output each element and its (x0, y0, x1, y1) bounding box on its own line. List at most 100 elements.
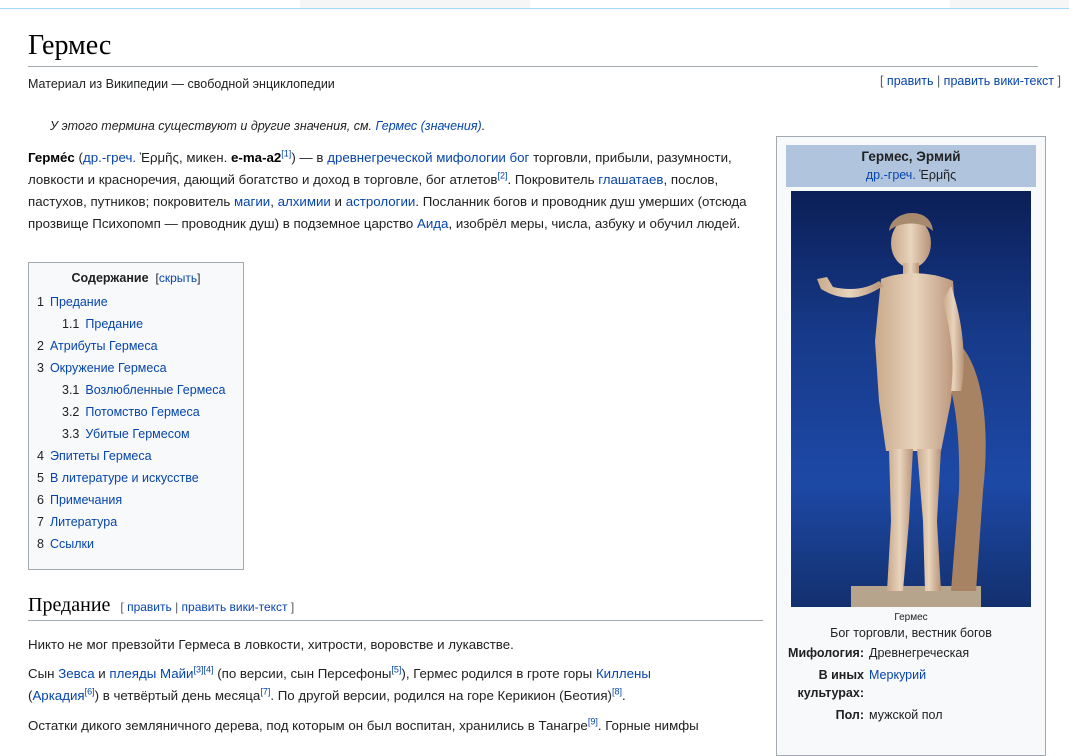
section-title: Предание (28, 594, 111, 616)
toc-item[interactable]: 5 В литературе и искусстве (37, 467, 235, 489)
infobox-greek-name: Ἑρμῆς (915, 168, 957, 182)
toc-item-number: 5 (37, 471, 44, 485)
ref-3[interactable]: [3] (193, 665, 203, 675)
toc-item[interactable]: 1.1 Предание (37, 313, 235, 335)
toc-item[interactable]: 3.2 Потомство Гермеса (37, 401, 235, 423)
image-caption: Бог торговли, вестник богов (830, 626, 992, 640)
text: ) — в (291, 150, 328, 165)
ref-8[interactable]: [8] (612, 687, 622, 697)
link-magic[interactable]: магии (234, 194, 270, 209)
toc-item[interactable]: 3.1 Возлюбленные Гермеса (37, 379, 235, 401)
toc-item-link[interactable]: В литературе и искусстве (50, 471, 199, 485)
link-kyllene[interactable]: Киллены (596, 666, 651, 681)
infobox-value: мужской пол (869, 708, 943, 722)
lang-link[interactable]: др.-греч. (83, 150, 136, 165)
hermes-statue-image[interactable] (791, 191, 1031, 607)
toc-item-number: 1 (37, 295, 44, 309)
toc-item-link[interactable]: Возлюбленные Гермеса (85, 383, 225, 397)
toc-item-number: 3 (37, 361, 44, 375)
infobox-value: Древнегреческая (869, 646, 970, 660)
text: , (270, 194, 278, 209)
link-greek-mythology[interactable]: древнегреческой мифологии (327, 150, 506, 165)
link-heralds[interactable]: глашатаев (598, 172, 663, 187)
text: . Покровитель (507, 172, 599, 187)
link-hades[interactable]: Аида (417, 216, 448, 231)
hatnote-text: У этого термина существуют и другие знач… (50, 119, 376, 133)
bracket-close: ] (1054, 74, 1061, 88)
infobox-link-mercury[interactable]: Меркурий (869, 666, 1036, 702)
infobox-title: Гермес, Эрмий (861, 149, 961, 164)
toc-toggle: [скрыть] (155, 271, 200, 285)
toc-item[interactable]: 8 Ссылки (37, 533, 235, 555)
text: Сын (28, 666, 59, 681)
separator: | (933, 74, 944, 88)
edit-link[interactable]: править (887, 74, 934, 88)
page-title: Гермес (28, 30, 1038, 67)
toc-item-number: 1.1 (62, 317, 80, 331)
infobox-row-other-cultures: В иных культурах: Меркурий (786, 666, 1036, 702)
link-alchemy[interactable]: алхимии (278, 194, 331, 209)
toc-item-link[interactable]: Убитые Гермесом (85, 427, 189, 441)
toc-item-link[interactable]: Примечания (50, 493, 122, 507)
ref-6[interactable]: [6] (85, 687, 95, 697)
infobox-row-gender: Пол: мужской пол (786, 706, 1036, 724)
text: и (330, 194, 346, 209)
ref-9[interactable]: [9] (588, 717, 598, 727)
bracket-close: ] (287, 600, 295, 614)
section-heading: Предание [ править | править вики-текст ] (28, 594, 763, 621)
toc-item-link[interactable]: Атрибуты Гермеса (50, 339, 158, 353)
infobox-row-mythology: Мифология: Древнегреческая (786, 644, 1036, 662)
toc-item[interactable]: 6 Примечания (37, 489, 235, 511)
section-edit-link[interactable]: править (127, 600, 172, 614)
edit-wikitext-link[interactable]: править вики-текст (944, 74, 1054, 88)
ref-7[interactable]: [7] (260, 687, 270, 697)
toc-item[interactable]: 3 Окружение Гермеса (37, 357, 235, 379)
text: . По другой версии, родился на горе Кери… (270, 688, 612, 703)
toc-item-link[interactable]: Потомство Гермеса (85, 405, 199, 419)
toc-item-number: 2 (37, 339, 44, 353)
toc-item[interactable]: 1 Предание (37, 291, 235, 313)
toc-item-link[interactable]: Эпитеты Гермеса (50, 449, 152, 463)
disambiguation-link[interactable]: Гермес (значения) (376, 119, 482, 133)
text: , изобрёл меры, числа, азбуку и обучил л… (448, 216, 741, 231)
greek-name: Ἑρμῆς (136, 150, 179, 165)
ref-4[interactable]: [4] (203, 665, 213, 675)
statue-illustration (817, 212, 986, 607)
toc-item[interactable]: 2 Атрибуты Гермеса (37, 335, 235, 357)
link-zeus[interactable]: Зевса (58, 666, 94, 681)
ref-2[interactable]: [2] (497, 171, 507, 181)
link-god[interactable]: бог (510, 150, 530, 165)
text: , микен. (178, 150, 232, 165)
mycenaean-name: e-ma-a2 (231, 150, 282, 165)
image-caption-label: Гермес (894, 612, 928, 623)
infobox-lang-link[interactable]: др.-греч. (866, 168, 916, 182)
ref-5[interactable]: [5] (391, 665, 401, 675)
toc-item-link[interactable]: Предание (50, 295, 108, 309)
toc-item-number: 3.1 (62, 383, 80, 397)
link-pleiad-maia[interactable]: плеяды Майи (109, 666, 193, 681)
toc-item[interactable]: 7 Литература (37, 511, 235, 533)
paragraph-3: Остатки дикого земляничного дерева, под … (28, 715, 763, 737)
bracket-close: ] (197, 271, 201, 285)
table-of-contents: Содержание [скрыть] 1 Предание 1.1 Предание… (28, 262, 244, 570)
text: ( (74, 150, 83, 165)
text: ), Гермес родился в гроте горы (401, 666, 596, 681)
toc-item-link[interactable]: Предание (85, 317, 143, 331)
ref-1[interactable]: [1] (281, 149, 291, 159)
toc-heading: Содержание [скрыть] (37, 271, 235, 285)
toc-hide-link[interactable]: скрыть (159, 271, 197, 285)
toc-item-number: 4 (37, 449, 44, 463)
section-edit-links: [ править | править вики-текст ] (120, 600, 294, 614)
toc-item-link[interactable]: Ссылки (50, 537, 94, 551)
section-edit-wikitext-link[interactable]: править вики-текст (182, 600, 288, 614)
toc-item-link[interactable]: Окружение Гермеса (50, 361, 167, 375)
toc-item[interactable]: 4 Эпитеты Гермеса (37, 445, 235, 467)
toc-item-link[interactable]: Литература (50, 515, 117, 529)
infobox-label: Пол: (835, 708, 864, 722)
infobox: Гермес, Эрмий др.-греч. Ἑρμῆς Гермес Бог… (776, 136, 1046, 756)
lead-paragraph: Герме́с (др.-греч. Ἑρμῆς, микен. e-ma-a2… (28, 147, 756, 235)
link-arcadia[interactable]: Аркадия (32, 688, 84, 703)
toc-item[interactable]: 3.3 Убитые Гермесом (37, 423, 235, 445)
toc-item-number: 3.2 (62, 405, 80, 419)
link-astrology[interactable]: астрологии (346, 194, 416, 209)
